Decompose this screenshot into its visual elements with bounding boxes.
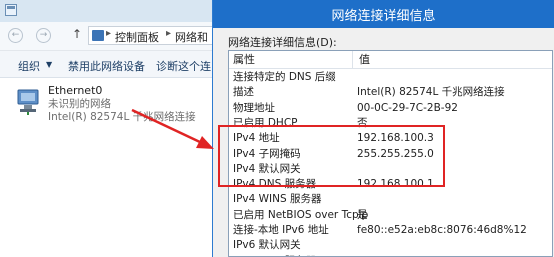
detail-row[interactable]: 物理地址 00-0C-29-7C-2B-92	[229, 101, 552, 116]
back-arrow-icon[interactable]: ←	[8, 28, 23, 43]
window-icon	[5, 4, 17, 16]
detail-property: 物理地址	[233, 101, 275, 114]
organize-menu[interactable]: 组织	[18, 58, 40, 74]
detail-row[interactable]: 已启用 NetBIOS over Tcpip 是	[229, 208, 552, 223]
detail-row[interactable]: 描述 Intel(R) 82574L 千兆网络连接	[229, 85, 552, 100]
property-column-header[interactable]: 属性	[229, 51, 353, 69]
detail-property: 连接特定的 DNS 后缀	[233, 71, 336, 83]
detail-property: IPv6 默认网关	[233, 239, 301, 252]
breadcrumb-separator: ▸	[106, 28, 112, 39]
disable-device-button[interactable]: 禁用此网络设备	[68, 58, 145, 74]
breadcrumb-separator: ▸	[166, 28, 172, 39]
address-bar-area: ← → ↑ ▸ 控制面板 ▸ 网络和 Int	[0, 22, 226, 51]
forward-arrow-icon[interactable]: →	[36, 28, 51, 43]
detail-row[interactable]: IPv6 DNS 服务器	[229, 254, 552, 256]
adapter-description: Intel(R) 82574L 千兆网络连接	[48, 111, 196, 123]
adapter-item[interactable]: Ethernet0 未识别的网络 Intel(R) 82574L 千兆网络连接	[16, 84, 214, 124]
ipv4-highlight-box	[218, 125, 445, 187]
detail-row[interactable]: IPv6 默认网关	[229, 238, 552, 253]
up-arrow-icon[interactable]: ↑	[72, 27, 82, 41]
detail-value: fe80::e52a:eb8c:8076:46d8%12	[357, 224, 527, 236]
detail-row[interactable]: IPv4 WINS 服务器	[229, 192, 552, 207]
detail-row[interactable]: 连接-本地 IPv6 地址 fe80::e52a:eb8c:8076:46d8%1…	[229, 223, 552, 238]
value-column-header[interactable]: 值	[353, 51, 552, 69]
detail-value: Intel(R) 82574L 千兆网络连接	[357, 86, 505, 99]
detail-value: 00-0C-29-7C-2B-92	[357, 101, 458, 114]
dialog-titlebar: 网络连接详细信息	[213, 0, 554, 28]
diagnose-button[interactable]: 诊断这个连	[156, 58, 211, 74]
detail-property: IPv6 DNS 服务器	[233, 254, 316, 256]
breadcrumb-item[interactable]: 控制面板	[115, 29, 159, 45]
detail-property: 连接-本地 IPv6 地址	[233, 224, 329, 236]
dropdown-arrow-icon[interactable]: ▼	[46, 60, 52, 69]
address-box[interactable]: ▸ 控制面板 ▸ 网络和 Int	[88, 26, 226, 45]
network-adapter-icon	[17, 89, 39, 115]
command-bar: 组织 ▼ 禁用此网络设备 诊断这个连	[0, 51, 214, 78]
detail-property: 描述	[233, 86, 254, 99]
detail-property: IPv4 WINS 服务器	[233, 193, 322, 206]
control-panel-icon	[92, 30, 104, 41]
details-heading: 网络连接详细信息(D):	[228, 36, 337, 49]
dialog-title: 网络连接详细信息	[331, 9, 436, 24]
detail-property: 已启用 NetBIOS over Tcpip	[233, 208, 369, 221]
detail-row[interactable]: 连接特定的 DNS 后缀	[229, 70, 552, 85]
detail-value: 是	[357, 208, 368, 221]
